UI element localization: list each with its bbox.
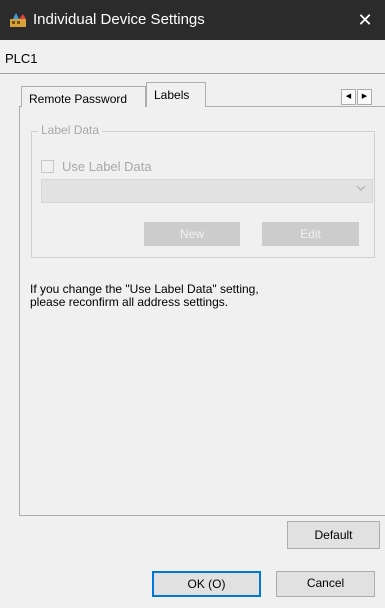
info-line-2: please reconfirm all address settings. <box>30 295 229 309</box>
ok-button[interactable]: OK (O) <box>152 571 261 597</box>
default-button[interactable]: Default <box>287 521 380 549</box>
new-button[interactable]: New <box>144 222 240 246</box>
info-text: If you change the "Use Label Data" setti… <box>30 283 259 309</box>
title-bar[interactable]: Individual Device Settings ✕ <box>0 0 385 40</box>
cancel-button[interactable]: Cancel <box>276 571 375 597</box>
chevron-down-icon <box>356 184 366 195</box>
app-icon <box>10 13 26 27</box>
window-title: Individual Device Settings <box>33 11 205 28</box>
device-name: PLC1 <box>5 51 38 66</box>
selected-tab-joint <box>147 105 205 108</box>
divider <box>0 73 385 74</box>
close-button[interactable]: ✕ <box>345 0 385 40</box>
tab-remote-password[interactable]: Remote Password <box>21 86 146 107</box>
edit-button[interactable]: Edit <box>262 222 359 246</box>
label-data-group-title: Label Data <box>38 123 103 137</box>
tab-labels[interactable]: Labels <box>146 82 206 107</box>
tab-scroll-right-button[interactable]: ▶ <box>357 89 372 105</box>
tab-scroll-left-button[interactable]: ◀ <box>341 89 356 105</box>
use-label-data-checkbox[interactable] <box>41 160 54 173</box>
label-data-select[interactable] <box>41 179 373 203</box>
use-label-data-label[interactable]: Use Label Data <box>62 159 152 174</box>
